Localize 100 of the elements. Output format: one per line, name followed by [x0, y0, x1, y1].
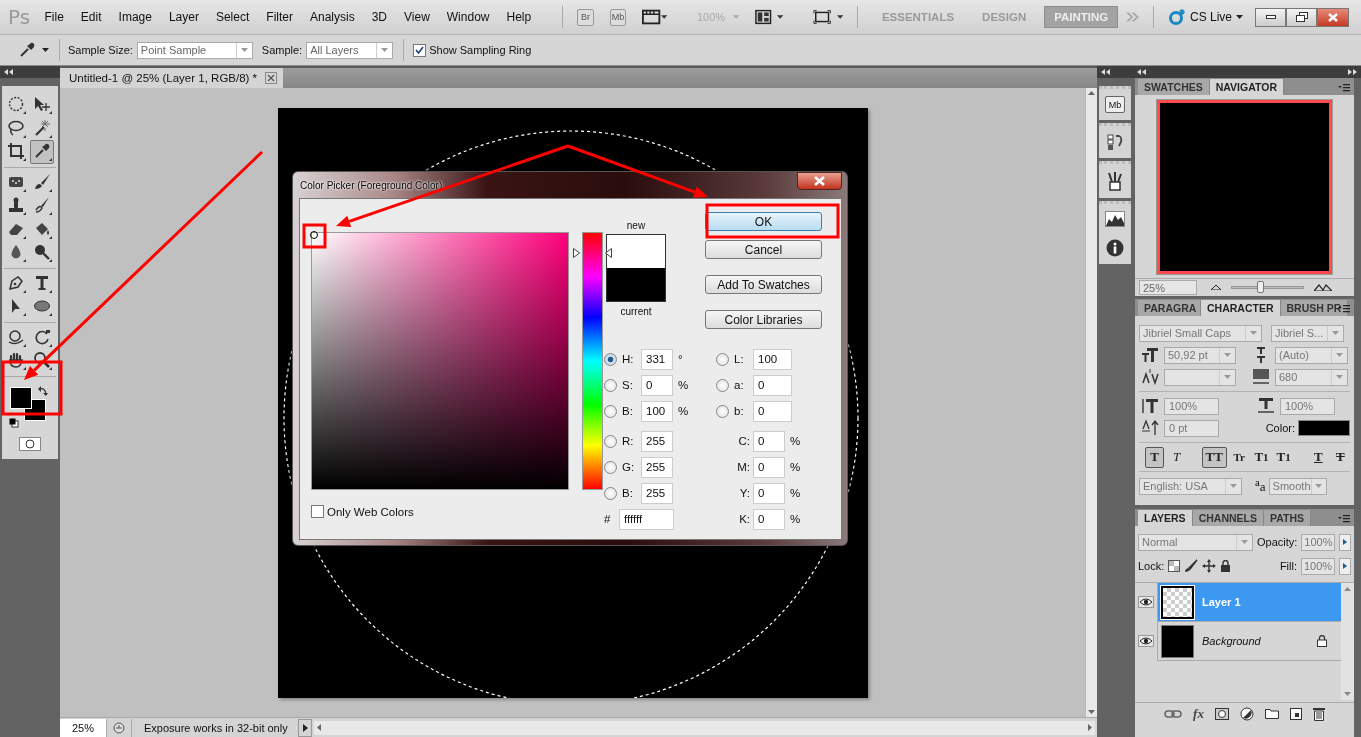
adjustment-icon[interactable] [1239, 706, 1254, 721]
panel-menu-icon[interactable] [1338, 515, 1350, 523]
checkbox[interactable] [413, 43, 427, 57]
blend-mode-dropdown[interactable]: Normal [1138, 533, 1253, 551]
text-style-toggle[interactable]: T [1167, 446, 1187, 468]
menu-item[interactable]: 3D [371, 10, 387, 24]
radio-button[interactable] [604, 460, 617, 474]
value-field[interactable]: 0 [753, 374, 792, 396]
menu-item[interactable]: File [44, 10, 64, 24]
menu-item[interactable]: Edit [80, 10, 102, 24]
foreground-color-swatch[interactable] [10, 386, 32, 409]
dialog-button[interactable]: OK [705, 212, 822, 231]
expand-icon[interactable] [1348, 69, 1357, 75]
tracking-dropdown[interactable]: 680 [1275, 368, 1348, 386]
history-icon[interactable] [1106, 133, 1124, 151]
screen-mode-icon[interactable] [813, 9, 832, 25]
lock-brush-icon[interactable] [1184, 559, 1199, 573]
zoom-slider-thumb[interactable] [1257, 281, 1265, 293]
panel-menu-icon[interactable] [1338, 84, 1350, 92]
vertical-scrollbar[interactable] [1085, 88, 1097, 717]
minimize-button[interactable] [1255, 7, 1286, 27]
sample-dropdown[interactable]: All Layers [306, 41, 394, 59]
zoom-out-icon[interactable] [1211, 285, 1221, 290]
scroll-up-icon[interactable] [1344, 587, 1351, 591]
status-menu-button[interactable] [298, 718, 312, 737]
panel-tab[interactable]: SWATCHES [1138, 79, 1210, 95]
fill-field[interactable]: 100% [1301, 557, 1335, 575]
leading-dropdown[interactable]: (Auto) [1275, 346, 1348, 364]
info-icon[interactable] [1106, 239, 1124, 257]
value-field[interactable]: 0 [753, 400, 792, 422]
close-button[interactable] [1317, 7, 1349, 27]
folder-icon[interactable] [1264, 708, 1279, 719]
mini-bridge-panel-button[interactable]: Mb [1105, 96, 1125, 113]
sample-size-dropdown[interactable]: Point Sample [136, 41, 253, 59]
scroll-right-icon[interactable] [1088, 724, 1092, 731]
radio-button[interactable] [604, 378, 617, 392]
lock-move-icon[interactable] [1202, 559, 1217, 573]
radio-button[interactable] [604, 404, 617, 418]
radio-button[interactable] [604, 434, 617, 448]
value-field[interactable]: 331 [641, 348, 673, 370]
panel-tab[interactable]: CHANNELS [1192, 510, 1264, 526]
zoom-in-icon[interactable] [1314, 284, 1332, 291]
tab-close-button[interactable] [265, 72, 278, 84]
menu-item[interactable]: Window [446, 10, 490, 24]
scroll-left-icon[interactable] [317, 724, 321, 731]
scroll-up-icon[interactable] [1088, 91, 1095, 95]
horizontal-scale-field[interactable]: 100% [1280, 397, 1335, 415]
text-style-toggle[interactable]: Tr [1229, 446, 1249, 468]
font-style-dropdown[interactable]: Jibriel S... [1271, 324, 1344, 342]
lock-transparency-icon[interactable] [1168, 560, 1181, 572]
menu-item[interactable]: Analysis [309, 10, 355, 24]
dialog-button[interactable]: Color Libraries [705, 310, 822, 329]
bridge-button[interactable]: Br [577, 8, 594, 26]
swap-icon[interactable] [38, 385, 48, 396]
value-field[interactable]: 0 [641, 374, 673, 396]
text-color-swatch[interactable] [1298, 420, 1350, 436]
quick-mask-button[interactable] [19, 436, 41, 451]
text-style-toggle[interactable]: TT [1201, 446, 1227, 468]
layers-scrollbar[interactable] [1341, 583, 1354, 700]
collapse-icon[interactable] [1137, 69, 1146, 75]
font-family-dropdown[interactable]: Jibriel Small Caps [1139, 324, 1262, 342]
menu-item[interactable]: Help [506, 10, 532, 24]
panel-tab[interactable]: LAYERS [1138, 510, 1193, 526]
opacity-field[interactable]: 100% [1301, 533, 1336, 551]
new-layer-icon[interactable] [1289, 707, 1302, 720]
menu-item[interactable]: Image [118, 10, 152, 24]
hue-slider-thumb[interactable] [573, 247, 612, 258]
menu-item[interactable]: View [404, 10, 430, 24]
radio-button[interactable] [716, 404, 729, 418]
status-icon[interactable] [113, 721, 125, 734]
eye-icon[interactable] [1138, 635, 1154, 647]
dialog-button[interactable]: Cancel [705, 240, 822, 259]
document-tab[interactable]: Untitled-1 @ 25% (Layer 1, RGB/8) * [60, 68, 284, 88]
text-style-toggle[interactable]: T [1308, 446, 1328, 468]
value-field[interactable]: 255 [641, 456, 673, 478]
zoom-field[interactable]: 25% [1139, 280, 1197, 295]
scroll-down-icon[interactable] [1088, 710, 1095, 714]
vertical-scale-field[interactable]: 100% [1164, 397, 1219, 415]
text-style-toggle[interactable]: T [1330, 446, 1351, 468]
film-icon[interactable] [642, 9, 661, 25]
eye-icon[interactable] [1138, 596, 1154, 608]
scroll-down-icon[interactable] [1344, 692, 1351, 696]
value-field[interactable]: 255 [641, 482, 673, 504]
value-field[interactable]: 100 [641, 400, 673, 422]
cs-live-menu[interactable]: CS Live [1189, 10, 1232, 24]
panel-tab[interactable]: BRUSH PR [1280, 300, 1349, 316]
collapse-icon[interactable] [1101, 69, 1110, 75]
value-field[interactable]: 0 [753, 482, 785, 504]
panel-tab[interactable]: PATHS [1264, 510, 1311, 526]
zoom-slider[interactable] [1228, 281, 1307, 294]
value-field[interactable]: 100 [753, 348, 792, 370]
collapse-icon[interactable] [4, 69, 13, 75]
text-style-toggle[interactable]: T [1145, 446, 1165, 468]
anti-alias-dropdown[interactable]: Smooth [1268, 477, 1327, 495]
value-field[interactable]: 255 [641, 430, 673, 452]
menu-item[interactable]: Filter [266, 10, 293, 24]
panel-tab[interactable]: NAVIGATOR [1209, 79, 1284, 95]
brushes-icon[interactable] [1106, 171, 1124, 191]
dialog-close-button[interactable] [797, 172, 842, 190]
eyedropper-icon[interactable] [18, 41, 36, 59]
